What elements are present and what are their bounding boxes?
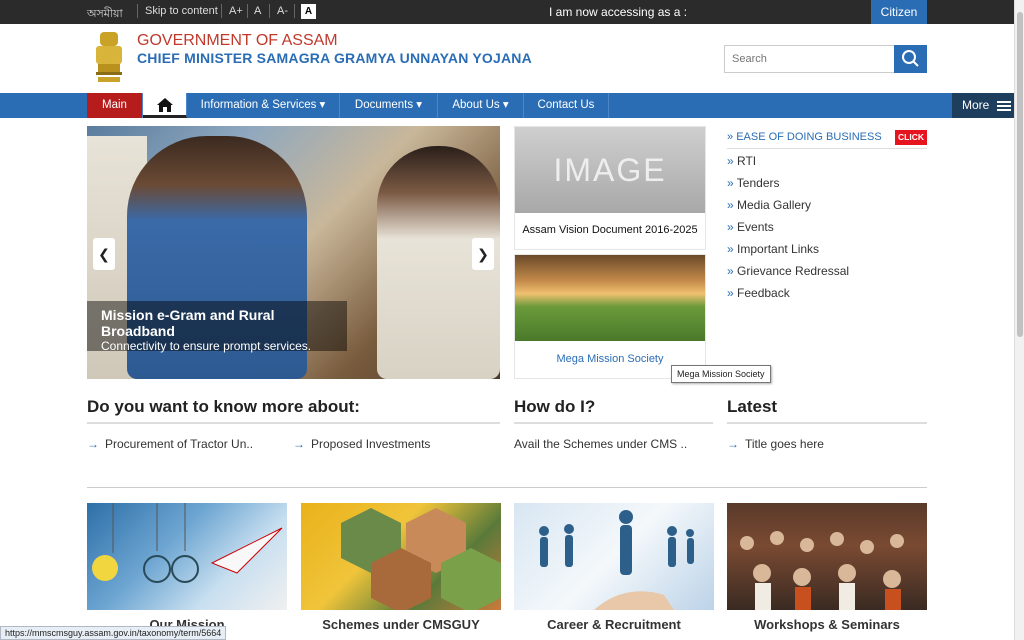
arrow-right-icon: → xyxy=(727,437,739,451)
how-do-i-item[interactable]: Avail the Schemes under CMS .. xyxy=(514,437,687,451)
quick-link-label: Important Links xyxy=(737,242,820,256)
search-icon xyxy=(902,50,919,67)
ease-of-doing-business-link[interactable]: » EASE OF DOING BUSINESS CLICK xyxy=(727,128,927,149)
ease-label: EASE OF DOING BUSINESS xyxy=(736,131,882,143)
slide-subtitle: Connectivity to ensure prompt services. xyxy=(101,339,312,353)
scrollbar-thumb[interactable] xyxy=(1017,12,1023,337)
nav-information-services[interactable]: Information & Services ▾ xyxy=(187,93,340,118)
lightbulb-icon xyxy=(92,503,283,583)
nav-home[interactable] xyxy=(143,93,187,118)
mega-mission-link[interactable]: Mega Mission Society xyxy=(515,353,705,365)
search-input[interactable] xyxy=(724,45,895,73)
quick-link-grievance-redressal[interactable]: » Grievance Redressal xyxy=(727,260,927,282)
know-more-label: Proposed Investments xyxy=(311,437,431,451)
divider xyxy=(294,4,295,18)
font-increase-button[interactable]: A+ xyxy=(229,5,243,17)
career-tile[interactable] xyxy=(514,503,714,610)
know-more-item[interactable]: → Proposed Investments xyxy=(293,437,430,451)
schemes-label[interactable]: Schemes under CMSGUY xyxy=(301,617,501,632)
our-mission-tile[interactable] xyxy=(87,503,287,610)
quick-link-rti[interactable]: » RTI xyxy=(727,150,927,172)
nav-main[interactable]: Main xyxy=(87,93,143,118)
latest-label: Title goes here xyxy=(745,437,824,451)
slider-next-button[interactable]: ❯ xyxy=(472,238,494,270)
workshops-tile[interactable] xyxy=(727,503,927,610)
divider xyxy=(87,487,927,488)
divider xyxy=(221,4,222,18)
how-do-i-heading: How do I? xyxy=(514,397,596,416)
schemes-tile[interactable] xyxy=(301,503,501,610)
contrast-toggle-button[interactable]: A xyxy=(301,4,316,19)
latest-heading: Latest xyxy=(727,397,778,416)
more-label: More xyxy=(962,98,990,112)
quick-link-label: Tenders xyxy=(736,176,780,190)
citizen-button[interactable]: Citizen xyxy=(871,0,927,24)
quick-link-media-gallery[interactable]: » Media Gallery xyxy=(727,194,927,216)
divider xyxy=(514,422,713,424)
placeholder-image: IMAGE xyxy=(515,127,705,213)
font-normal-button[interactable]: A xyxy=(254,5,261,17)
slider-prev-button[interactable]: ❮ xyxy=(93,238,115,270)
nav-contact-us[interactable]: Contact Us xyxy=(524,93,609,118)
latest-item[interactable]: → Title goes here xyxy=(727,437,824,451)
hexagon-collage-icon xyxy=(341,508,501,610)
search-button[interactable] xyxy=(894,45,927,73)
know-more-item[interactable]: → Procurement of Tractor Un.. xyxy=(87,437,253,451)
slide-title: Mission e-Gram and Rural Broadband xyxy=(101,307,275,339)
accessing-as-label: I am now accessing as a : xyxy=(549,5,688,19)
nav-documents[interactable]: Documents ▾ xyxy=(340,93,438,118)
workshops-label[interactable]: Workshops & Seminars xyxy=(727,617,927,632)
know-more-heading: Do you want to know more about: xyxy=(87,397,360,416)
quick-link-label: Media Gallery xyxy=(737,198,812,212)
arrow-right-icon: → xyxy=(87,437,99,451)
people-icon xyxy=(539,510,694,610)
click-badge[interactable]: CLICK xyxy=(895,130,927,145)
government-title: GOVERNMENT OF ASSAM xyxy=(137,32,338,49)
nav-more-button[interactable]: More xyxy=(952,93,1014,118)
skip-to-content-link[interactable]: Skip to content xyxy=(145,5,218,17)
page-scrollbar[interactable] xyxy=(1014,0,1024,640)
know-more-label: Procurement of Tractor Un.. xyxy=(105,437,254,451)
top-utility-bar: অসমীয়া Skip to content A+ A A- A I am n… xyxy=(0,0,1014,24)
quick-link-label: RTI xyxy=(737,154,757,168)
home-icon xyxy=(156,98,173,112)
nav-about-us[interactable]: About Us ▾ xyxy=(438,93,524,118)
tooltip: Mega Mission Society xyxy=(671,365,771,383)
quick-link-label: Feedback xyxy=(737,286,790,300)
career-label[interactable]: Career & Recruitment xyxy=(514,617,714,632)
divider xyxy=(269,4,270,18)
font-decrease-button[interactable]: A- xyxy=(277,5,288,17)
scheme-title[interactable]: CHIEF MINISTER SAMAGRA GRAMYA UNNAYAN YO… xyxy=(137,50,532,66)
state-emblem-icon xyxy=(96,32,122,82)
quick-link-important-links[interactable]: » Important Links xyxy=(727,238,927,260)
main-navigation: Main Information & Services ▾ Documents … xyxy=(0,93,1014,118)
slide-caption: Mission e-Gram and Rural Broadband Conne… xyxy=(87,301,347,353)
vision-document-card[interactable]: IMAGE Assam Vision Document 2016-2025 xyxy=(514,126,706,250)
divider xyxy=(727,422,927,424)
quick-link-events[interactable]: » Events xyxy=(727,216,927,238)
mega-mission-card[interactable]: Mega Mission Society xyxy=(514,254,706,379)
quick-link-label: Grievance Redressal xyxy=(737,264,850,278)
hamburger-icon xyxy=(996,100,1011,111)
arrow-right-icon: → xyxy=(293,437,305,451)
quick-link-label: Events xyxy=(737,220,774,234)
divider xyxy=(87,422,500,424)
quick-link-feedback[interactable]: » Feedback xyxy=(727,282,927,304)
audience-icon xyxy=(740,531,904,610)
farmer-image xyxy=(515,255,705,341)
language-link[interactable]: অসমীয়া xyxy=(87,5,123,24)
browser-status-url: https://mmscmsguy.assam.gov.in/taxonomy/… xyxy=(0,626,227,640)
divider xyxy=(137,4,138,18)
divider xyxy=(247,4,248,18)
quick-links: » EASE OF DOING BUSINESS CLICK » RTI » T… xyxy=(727,128,927,304)
quick-link-tenders[interactable]: » Tenders xyxy=(727,172,927,194)
hero-slider[interactable]: Mission e-Gram and Rural Broadband Conne… xyxy=(87,126,500,379)
vision-document-label[interactable]: Assam Vision Document 2016-2025 xyxy=(515,224,705,236)
